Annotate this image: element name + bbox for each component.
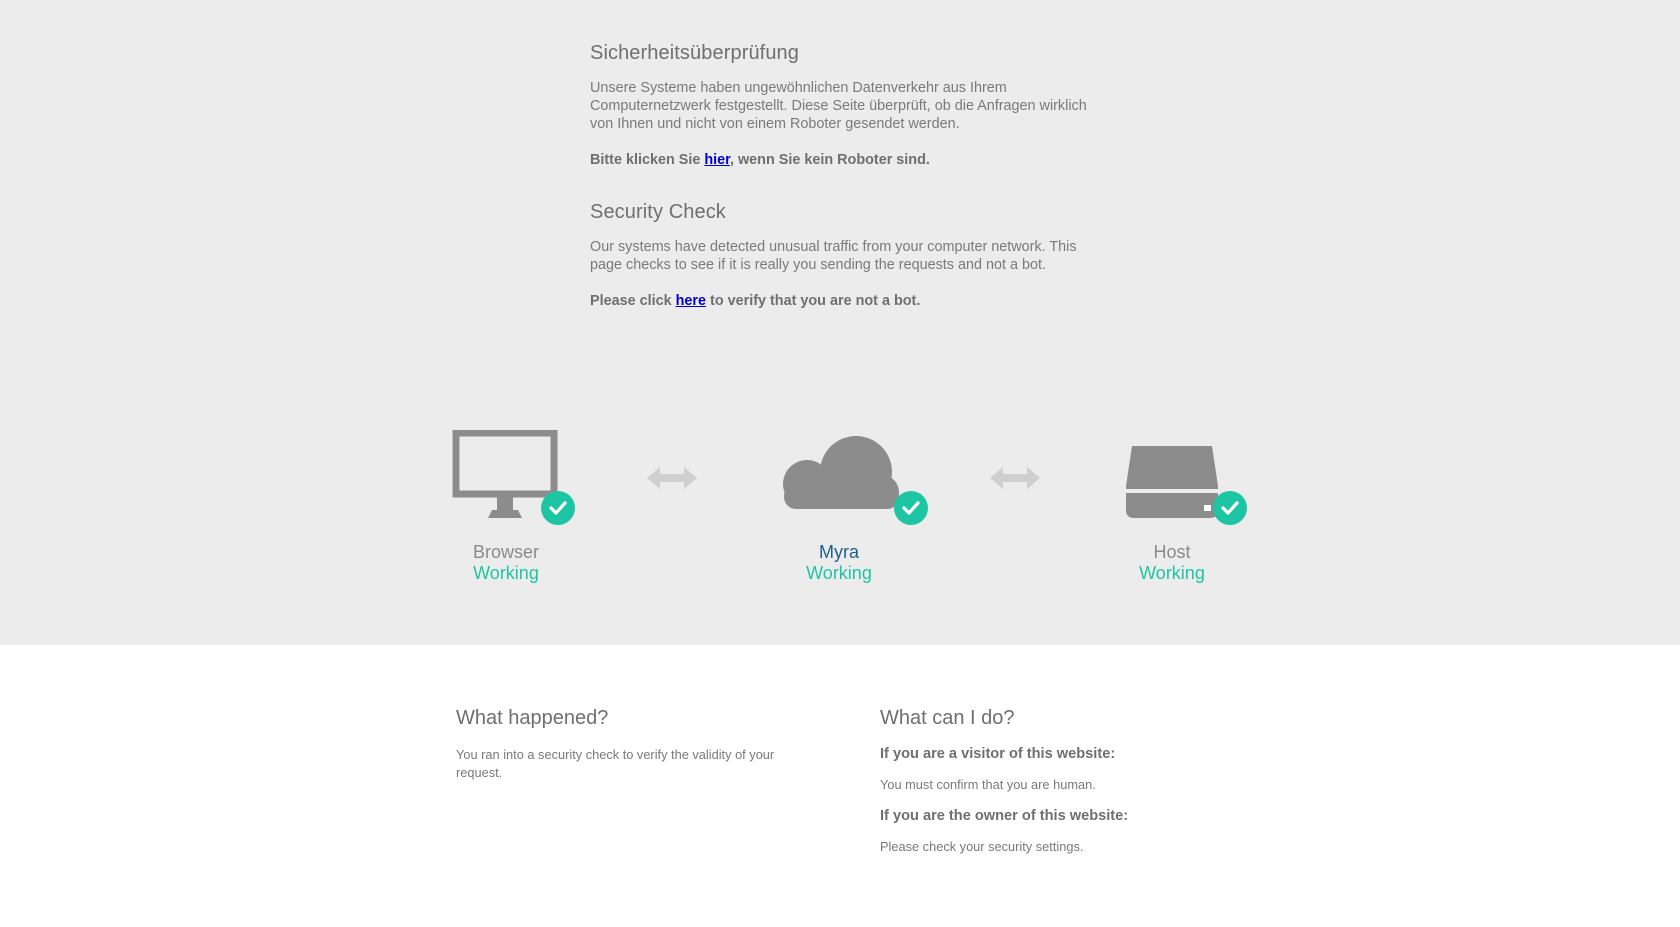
english-body: Our systems have detected unusual traffi… [590, 239, 1077, 273]
check-icon [894, 491, 928, 525]
owner-text: Please check your security settings. [880, 839, 1084, 854]
cloud-icon [774, 430, 928, 525]
german-cta: Bitte klicken Sie hier, wenn Sie kein Ro… [590, 151, 1090, 169]
double-arrow-icon [990, 465, 1040, 496]
node-title: Myra [819, 542, 859, 562]
what-can-i-do-column: What can I do? If you are a visitor of t… [880, 707, 1300, 856]
english-cta-before: Please click [590, 293, 676, 309]
visitor-text: You must confirm that you are human. [880, 777, 1096, 792]
info-section: What happened? You ran into a security c… [0, 645, 1680, 927]
german-cta-before: Bitte klicken Sie [590, 152, 705, 168]
english-cta: Please click here to verify that you are… [590, 292, 1090, 310]
server-drive-icon [1124, 430, 1247, 525]
node-title: Host [1153, 542, 1191, 562]
what-can-i-do-heading: What can I do? [880, 707, 1015, 729]
node-status: Working [473, 563, 539, 583]
node-title: Browser [472, 542, 539, 562]
what-happened-column: What happened? You ran into a security c… [456, 707, 816, 782]
node-status: Working [1139, 563, 1205, 583]
german-cta-after: , wenn Sie kein Roboter sind. [729, 152, 930, 168]
node-status: Working [806, 563, 872, 583]
what-happened-text: You ran into a security check to verify … [456, 747, 775, 780]
status-node-host: Host Working [1124, 430, 1247, 584]
english-cta-after: to verify that you are not a bot. [706, 293, 921, 309]
german-body: Unsere Systeme haben ungewöhnlichen Date… [590, 80, 1087, 132]
english-message: Security Check Our systems have detected… [590, 201, 1090, 310]
verification-panel: Sicherheitsüberprüfung Unsere Systeme ha… [0, 0, 1680, 645]
check-icon [1213, 491, 1247, 525]
german-heading: Sicherheitsüberprüfung [590, 42, 799, 64]
status-node-myra: Myra Working [774, 430, 928, 584]
owner-heading: If you are the owner of this website: [880, 808, 1129, 824]
what-happened-heading: What happened? [456, 707, 609, 729]
double-arrow-icon [647, 465, 697, 496]
english-heading: Security Check [590, 201, 726, 223]
english-verify-link[interactable]: here [676, 293, 706, 309]
visitor-heading: If you are a visitor of this website: [880, 746, 1116, 762]
status-node-browser: Browser Working [452, 429, 575, 584]
monitor-icon [452, 429, 575, 525]
german-message: Sicherheitsüberprüfung Unsere Systeme ha… [590, 42, 1090, 169]
german-verify-link[interactable]: hier [704, 152, 730, 168]
check-icon [541, 491, 575, 525]
